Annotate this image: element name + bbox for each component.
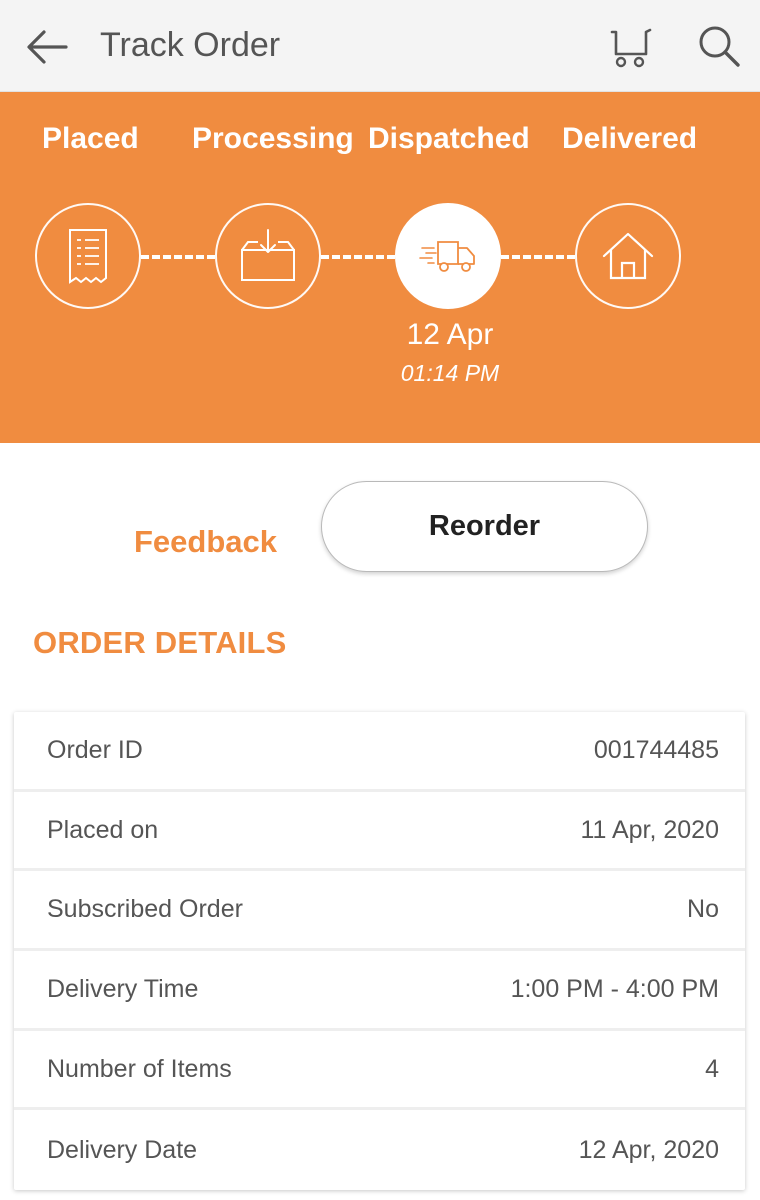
order-details-title: ORDER DETAILS [33, 625, 287, 660]
reorder-button[interactable]: Reorder [321, 481, 648, 572]
feedback-link[interactable]: Feedback [134, 524, 277, 560]
box-icon [241, 229, 295, 281]
step-delivered [575, 203, 681, 309]
detail-value: 12 Apr, 2020 [578, 1135, 719, 1164]
detail-row-order-id: Order ID 001744485 [14, 712, 745, 792]
cart-icon [610, 28, 652, 68]
home-icon [602, 232, 654, 280]
detail-label: Placed on [47, 815, 159, 844]
order-tracker: Placed Processing Dispatched Delivered 1… [0, 92, 760, 443]
page-title: Track Order [100, 26, 281, 64]
detail-label: Delivery Date [47, 1135, 198, 1164]
detail-row-delivery-time: Delivery Time 1:00 PM - 4:00 PM [14, 951, 745, 1031]
receipt-icon [69, 229, 107, 284]
step-connector [141, 255, 215, 259]
detail-label: Number of Items [47, 1054, 232, 1083]
detail-value: 11 Apr, 2020 [580, 815, 719, 844]
dispatch-date: 12 Apr [406, 318, 494, 351]
step-dispatched [395, 203, 501, 309]
arrow-left-icon [27, 30, 68, 64]
detail-value: 4 [705, 1054, 719, 1083]
step-label-delivered: Delivered [562, 122, 698, 155]
detail-value: 1:00 PM - 4:00 PM [510, 974, 719, 1003]
detail-label: Subscribed Order [47, 895, 243, 924]
step-label-placed: Placed [42, 122, 139, 155]
step-label-processing: Processing [192, 122, 354, 155]
search-button[interactable] [693, 20, 745, 72]
step-connector [501, 255, 575, 259]
detail-value: 001744485 [593, 735, 719, 764]
step-placed [35, 203, 141, 309]
detail-label: Order ID [47, 735, 143, 764]
step-connector [321, 255, 395, 259]
detail-label: Delivery Time [47, 974, 199, 1003]
detail-row-number-of-items: Number of Items 4 [14, 1031, 745, 1111]
detail-row-subscribed-order: Subscribed Order No [14, 871, 745, 952]
dispatch-time: 01:14 PM [400, 360, 500, 386]
search-icon [699, 26, 740, 67]
app-bar: Track Order [0, 0, 760, 92]
detail-row-placed-on: Placed on 11 Apr, 2020 [14, 792, 745, 872]
order-details-card: Order ID 001744485 Placed on 11 Apr, 202… [14, 712, 745, 1190]
step-processing [215, 203, 321, 309]
truck-icon [419, 241, 475, 272]
detail-value: No [687, 895, 719, 924]
detail-row-delivery-date: Delivery Date 12 Apr, 2020 [14, 1110, 745, 1190]
step-label-dispatched: Dispatched [368, 122, 530, 155]
cart-button[interactable] [604, 22, 656, 70]
back-button[interactable] [22, 22, 72, 72]
